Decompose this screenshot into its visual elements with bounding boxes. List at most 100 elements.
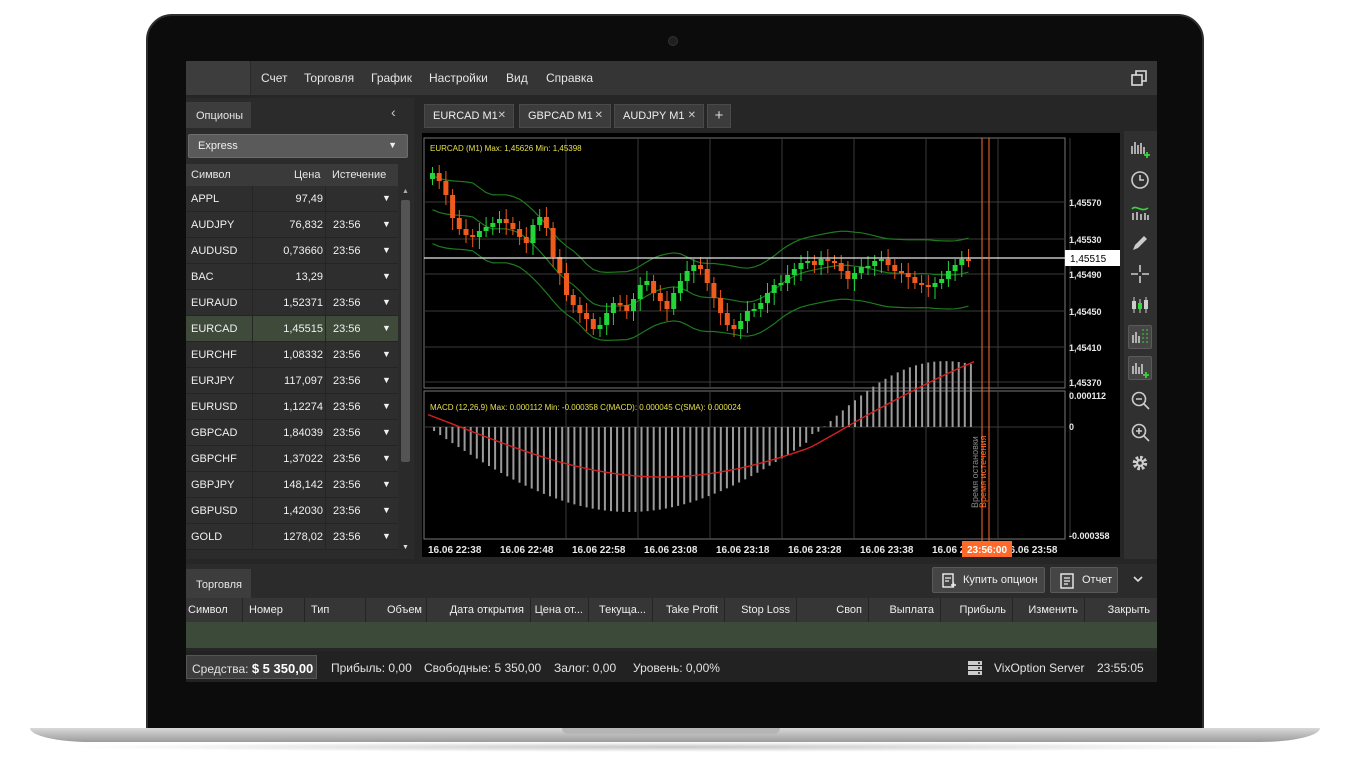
column-header-profit[interactable]: Прибыль (959, 604, 1006, 616)
laptop-shadow (60, 742, 1290, 752)
close-icon[interactable]: ✕ (688, 110, 696, 121)
candle-body (470, 235, 476, 237)
tab-chart-gbpcad[interactable]: GBPCAD M1 ✕ (519, 104, 611, 128)
collapse-panel-icon[interactable]: ‹ (391, 104, 396, 120)
column-divider (325, 420, 326, 446)
bar-chart-add-icon[interactable] (1129, 137, 1151, 159)
close-icon[interactable]: ✕ (498, 110, 506, 121)
expiry-dropdown-icon[interactable]: ▼ (382, 427, 391, 437)
expiry-dropdown-icon[interactable]: ▼ (382, 297, 391, 307)
symbol-name: GBPCHF (191, 453, 237, 465)
candle-body (624, 305, 630, 311)
symbol-row[interactable]: GBPCHF 1,37022 23:56 ▼ (186, 446, 398, 472)
symbol-name: EURCAD (191, 323, 238, 335)
window-restore-icon[interactable] (1131, 70, 1147, 86)
indicators-icon[interactable] (1129, 201, 1151, 223)
macd-series (427, 361, 975, 512)
expiry-dropdown-icon[interactable]: ▼ (382, 375, 391, 385)
option-type-select[interactable]: Express ▼ (188, 134, 408, 158)
menu-item-settings[interactable]: Настройки (429, 71, 488, 85)
column-header-close[interactable]: Закрыть (1108, 604, 1150, 616)
column-header-take-profit[interactable]: Take Profit (666, 604, 718, 616)
column-header-modify[interactable]: Изменить (1028, 604, 1078, 616)
column-header-payout[interactable]: Выплата (889, 604, 934, 616)
column-divider (325, 316, 326, 342)
zoom-out-icon[interactable] (1129, 389, 1151, 411)
column-header-stop-loss[interactable]: Stop Loss (741, 604, 790, 616)
menu-item-view[interactable]: Вид (506, 71, 528, 85)
symbol-row[interactable]: GBPCAD 1,84039 23:56 ▼ (186, 420, 398, 446)
candle-body (483, 227, 489, 231)
candle-body (610, 303, 616, 313)
chevron-down-icon[interactable] (1132, 573, 1144, 585)
expiry-dropdown-icon[interactable]: ▼ (382, 505, 391, 515)
symbol-price: 148,142 (283, 479, 323, 491)
symbol-row[interactable]: GOLD 1278,02 23:56 ▼ (186, 524, 398, 550)
column-header-symbol[interactable]: Символ (188, 604, 228, 616)
price-chart[interactable]: 1,45515 Время остановки Время истечения … (422, 133, 1120, 557)
column-header-price[interactable]: Цена (294, 169, 320, 181)
symbol-row[interactable]: EURCHF 1,08332 23:56 ▼ (186, 342, 398, 368)
scrollbar-thumb[interactable] (401, 200, 410, 462)
candles-icon[interactable] (1129, 294, 1151, 316)
symbol-row[interactable]: APPL 97,49 ▼ (186, 186, 398, 212)
chart-grid-icon[interactable] (1128, 325, 1152, 349)
symbol-price: 1,84039 (283, 427, 323, 439)
expiry-dropdown-icon[interactable]: ▼ (382, 245, 391, 255)
buy-option-button[interactable]: Купить опцион (932, 567, 1045, 593)
column-header-number[interactable]: Номер (249, 604, 283, 616)
menu-item-chart[interactable]: График (371, 71, 412, 85)
symbol-row[interactable]: AUDJPY 76,832 23:56 ▼ (186, 212, 398, 238)
symbol-row[interactable]: EURUSD 1,12274 23:56 ▼ (186, 394, 398, 420)
symbol-name: EURUSD (191, 401, 238, 413)
candle-body (959, 259, 965, 265)
close-icon[interactable]: ✕ (595, 110, 603, 121)
expiry-dropdown-icon[interactable]: ▼ (382, 479, 391, 489)
expiry-dropdown-icon[interactable]: ▼ (382, 349, 391, 359)
symbol-row[interactable]: BAC 13,29 ▼ (186, 264, 398, 290)
symbol-row[interactable]: GBPJPY 148,142 23:56 ▼ (186, 472, 398, 498)
column-header-open-date[interactable]: Дата открытия (450, 604, 524, 616)
scroll-down-icon[interactable]: ▼ (402, 544, 409, 551)
symbol-row[interactable]: EURCAD 1,45515 23:56 ▼ (186, 316, 398, 342)
column-header-open-price[interactable]: Цена от... (535, 604, 583, 616)
report-button[interactable]: Отчет (1050, 567, 1118, 593)
clock-icon[interactable] (1129, 169, 1151, 191)
expiry-dropdown-icon[interactable]: ▼ (382, 531, 391, 541)
crosshair-icon[interactable] (1129, 263, 1151, 285)
settings-icon[interactable] (1129, 452, 1151, 474)
symbol-name: EURJPY (191, 375, 235, 387)
tab-trading[interactable]: Торговля (186, 569, 251, 598)
scroll-up-icon[interactable]: ▲ (402, 188, 409, 195)
symbol-row[interactable]: EURJPY 117,097 23:56 ▼ (186, 368, 398, 394)
column-header-current-price[interactable]: Текуща... (599, 604, 646, 616)
tab-options[interactable]: Опционы (186, 102, 251, 128)
expiry-dropdown-icon[interactable]: ▼ (382, 323, 391, 333)
price-tick-label: 1,45370 (1069, 378, 1102, 388)
chart-add-icon[interactable] (1128, 356, 1152, 380)
expiry-dropdown-icon[interactable]: ▼ (382, 453, 391, 463)
column-header-symbol[interactable]: Символ (191, 169, 231, 181)
symbol-row[interactable]: GBPUSD 1,42030 23:56 ▼ (186, 498, 398, 524)
chart-canvas[interactable]: 1,45515 Время остановки Время истечения … (422, 133, 1120, 557)
menu-item-help[interactable]: Справка (546, 71, 593, 85)
tab-chart-eurcad[interactable]: EURCAD M1 ✕ (424, 104, 514, 128)
tab-chart-audjpy[interactable]: AUDJPY M1 ✕ (614, 104, 704, 128)
column-header-volume[interactable]: Объем (387, 604, 422, 616)
expiry-dropdown-icon[interactable]: ▼ (382, 401, 391, 411)
add-chart-tab-button[interactable]: + (707, 104, 731, 128)
expiry-dropdown-icon[interactable]: ▼ (382, 219, 391, 229)
expiry-dropdown-icon[interactable]: ▼ (382, 271, 391, 281)
expiry-dropdown-icon[interactable]: ▼ (382, 193, 391, 203)
symbol-row[interactable]: AUDUSD 0,73660 23:56 ▼ (186, 238, 398, 264)
column-header-expiry[interactable]: Истечение (332, 169, 386, 181)
symbol-name: BAC (191, 271, 214, 283)
zoom-in-icon[interactable] (1129, 421, 1151, 443)
symbol-row[interactable]: EURAUD 1,52371 23:56 ▼ (186, 290, 398, 316)
candle-body (785, 275, 791, 283)
column-header-swap[interactable]: Своп (836, 604, 862, 616)
pencil-icon[interactable] (1129, 232, 1151, 254)
menu-item-account[interactable]: Счет (261, 71, 288, 85)
column-header-type[interactable]: Тип (311, 604, 329, 616)
menu-item-trading[interactable]: Торговля (304, 71, 354, 85)
